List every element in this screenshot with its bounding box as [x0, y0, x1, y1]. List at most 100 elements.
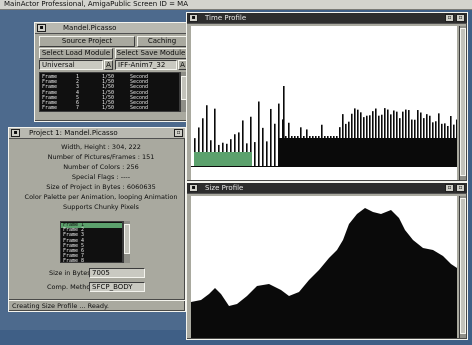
- time-title-bar[interactable]: ▪ Time Profile ▫ ▫: [187, 13, 467, 24]
- time-bar: [333, 136, 335, 166]
- size-profile-window: ▪ Size Profile ▫ ▫: [186, 182, 468, 340]
- time-bar: [312, 136, 314, 166]
- size-in-bytes-label: Size in Bytes: [49, 269, 91, 277]
- close-icon[interactable]: ▪: [189, 14, 198, 22]
- time-profile-chart: [191, 26, 457, 180]
- time-bar: [399, 118, 401, 166]
- time-bar: [393, 110, 395, 166]
- save-module-field[interactable]: IFF-Anim7_32: [115, 60, 177, 70]
- info-project-size: Size of Project in Bytes : 6060635: [46, 183, 156, 191]
- mandel-title: Mandel.Picasso: [63, 24, 117, 32]
- close-icon[interactable]: ▪: [11, 129, 20, 137]
- zoom-icon[interactable]: ▫: [445, 184, 454, 192]
- zoom-icon[interactable]: ▫: [445, 14, 454, 22]
- select-load-module-button[interactable]: Select Load Module: [39, 48, 113, 59]
- info-palette: Color Palette per Animation, looping Ani…: [24, 193, 178, 201]
- time-bar: [354, 108, 356, 166]
- time-bar: [348, 121, 350, 166]
- time-peak-bar: [283, 86, 285, 166]
- size-title: Size Profile: [205, 184, 244, 192]
- size-title-bar[interactable]: ▪ Size Profile ▫ ▫: [187, 183, 467, 194]
- time-bar: [396, 111, 398, 166]
- depth-icon[interactable]: ▫: [174, 129, 183, 137]
- select-save-module-button[interactable]: Select Save Module: [115, 48, 187, 59]
- close-icon[interactable]: ▪: [37, 24, 46, 32]
- status-text: Creating Size Profile ... Ready.: [12, 302, 109, 310]
- project-frame-row[interactable]: Frame 8: [61, 259, 122, 262]
- mandel-title-bar[interactable]: ▪ Mandel.Picasso: [35, 23, 189, 34]
- time-scrollbar[interactable]: [459, 26, 466, 180]
- comp-method-field[interactable]: SFCP_BODY: [89, 282, 145, 292]
- depth-icon[interactable]: ▫: [456, 14, 465, 22]
- time-bar: [375, 108, 377, 166]
- time-bar: [254, 142, 256, 166]
- time-selected-segment: [194, 152, 252, 166]
- time-bar: [447, 125, 449, 166]
- frame-unit: Second: [130, 105, 149, 112]
- load-module-cycle-button[interactable]: A: [104, 60, 113, 70]
- time-bar: [384, 108, 386, 166]
- time-bar: [278, 103, 280, 166]
- time-bar: [330, 136, 332, 166]
- time-bar: [432, 122, 434, 166]
- time-bar: [435, 121, 437, 166]
- time-bar: [438, 113, 440, 166]
- time-bar: [360, 112, 362, 166]
- time-bar: [294, 136, 296, 166]
- screen-title: MainActor Professional, AmigaPublic Scre…: [4, 0, 188, 8]
- time-bar: [309, 136, 311, 166]
- time-bar: [381, 114, 383, 166]
- info-chunky: Supports Chunky Pixels: [63, 203, 139, 211]
- time-baseline: [191, 166, 457, 167]
- time-bar: [357, 109, 359, 166]
- select-save-module-label: Select Save Module: [116, 49, 186, 57]
- screen-title-bar: MainActor Professional, AmigaPublic Scre…: [0, 0, 472, 10]
- time-bar: [450, 116, 452, 166]
- time-bar: [426, 114, 428, 166]
- time-bar: [339, 127, 341, 166]
- time-bar: [423, 118, 425, 166]
- comp-method-label: Comp. Method: [47, 283, 95, 291]
- source-project-label: Source Project: [61, 37, 113, 45]
- time-bar: [258, 101, 260, 166]
- size-scrollbar[interactable]: [459, 196, 466, 338]
- time-bar: [372, 111, 374, 166]
- time-bar: [262, 127, 264, 166]
- time-bar: [345, 123, 347, 166]
- time-bar: [441, 123, 443, 166]
- project-frame-list[interactable]: Frame 1 Frame 2 Frame 3 Frame 4 Frame 5 Frame…: [60, 221, 123, 263]
- time-bar: [297, 136, 299, 166]
- time-bar: [315, 136, 317, 166]
- time-bar: [288, 122, 290, 166]
- caching-button[interactable]: Caching: [137, 36, 187, 47]
- info-colors: Number of Colors : 256: [63, 163, 139, 171]
- info-width-height: Width, Height : 304, 222: [61, 143, 141, 151]
- project-list-scroll-knob[interactable]: [124, 224, 130, 254]
- load-module-field[interactable]: Universal: [39, 60, 103, 70]
- time-scroll-knob[interactable]: [460, 28, 466, 176]
- time-profile-window: ▪ Time Profile ▫ ▫: [186, 12, 468, 182]
- time-bar: [342, 114, 344, 166]
- time-bar: [411, 119, 413, 166]
- size-in-bytes-field[interactable]: 7005: [89, 268, 145, 278]
- frame-num: 7: [76, 105, 80, 112]
- time-bar: [327, 136, 329, 166]
- project-title-bar[interactable]: ▪ Project 1: Mandel.Picasso ▫: [9, 128, 185, 139]
- mandel-frame-row[interactable]: Frame 7 1/50 Second: [40, 105, 179, 112]
- depth-icon[interactable]: ▫: [456, 184, 465, 192]
- close-icon[interactable]: ▪: [189, 184, 198, 192]
- project-list-scrollbar[interactable]: [123, 221, 130, 263]
- info-special-flags: Special Flags : ----: [71, 173, 131, 181]
- time-bar: [429, 115, 431, 166]
- frame-time: 1/50: [102, 105, 115, 112]
- status-bar: Creating Size Profile ... Ready.: [8, 300, 186, 312]
- time-bar: [405, 109, 407, 166]
- time-bar: [351, 113, 353, 166]
- mandel-frame-list[interactable]: Frame 1 1/50 Second Frame 2 1/50 Second Frame 3 1/…: [39, 72, 180, 112]
- desktop: { "screen_title": "MainActor Professiona…: [0, 0, 472, 345]
- size-scroll-knob[interactable]: [460, 198, 466, 334]
- time-bar: [456, 119, 457, 166]
- source-project-button[interactable]: Source Project: [39, 36, 135, 47]
- time-bar: [408, 110, 410, 166]
- time-bar: [366, 115, 368, 166]
